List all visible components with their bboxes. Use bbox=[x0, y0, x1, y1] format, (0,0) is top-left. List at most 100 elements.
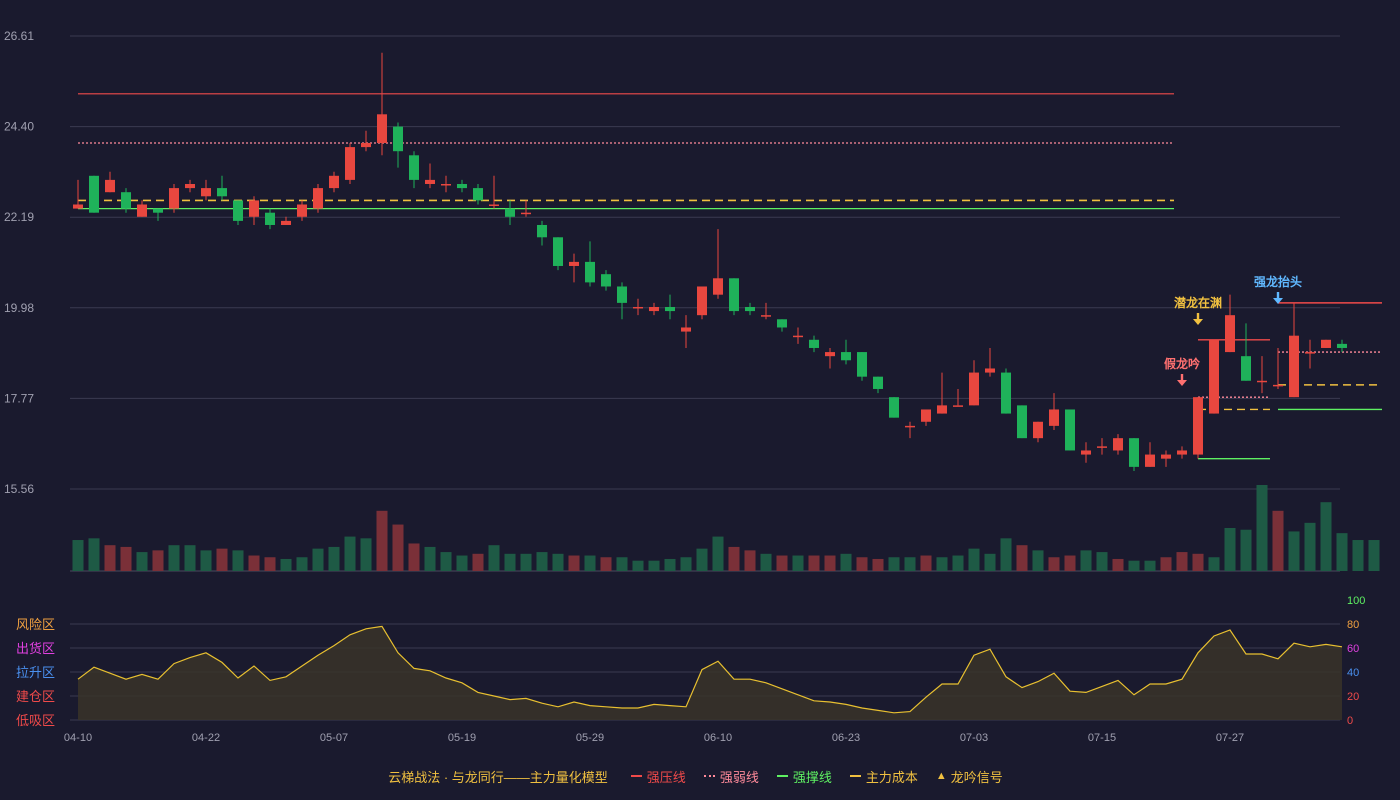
x-tick-label: 04-10 bbox=[64, 732, 92, 744]
indicator-tick-label: 20 bbox=[1347, 691, 1359, 703]
legend-item-signal[interactable]: ▲ 龙吟信号 bbox=[936, 767, 1003, 786]
volume-bar bbox=[936, 557, 948, 571]
legend-item-support-line[interactable]: 强撑线 bbox=[776, 767, 832, 786]
volume-bar bbox=[1032, 550, 1044, 571]
volume-bar bbox=[280, 558, 292, 571]
candle-body bbox=[361, 142, 371, 148]
legend-item-weak-line[interactable]: 强弱线 bbox=[703, 767, 759, 786]
x-tick-label: 07-15 bbox=[1088, 732, 1116, 744]
volume-bar bbox=[1320, 502, 1332, 571]
candle-body bbox=[393, 126, 403, 152]
candle-body bbox=[969, 372, 979, 406]
legend-item-strong-pressure[interactable]: 强压线 bbox=[630, 767, 686, 786]
volume-bar bbox=[88, 538, 100, 571]
candle-body bbox=[1017, 405, 1027, 439]
volume-bar bbox=[664, 558, 676, 571]
volume-bar bbox=[1176, 552, 1188, 571]
volume-bar bbox=[1288, 531, 1300, 571]
volume-bar bbox=[568, 555, 580, 571]
volume-bar bbox=[168, 545, 180, 571]
candle-body bbox=[329, 175, 339, 189]
volume-bar bbox=[1272, 510, 1284, 571]
candle-body bbox=[761, 315, 771, 317]
legend-item-main-cost[interactable]: 主力成本 bbox=[849, 767, 918, 786]
volume-bar bbox=[728, 546, 740, 571]
volume-bar bbox=[552, 553, 564, 571]
volume-bar bbox=[872, 558, 884, 571]
volume-bar bbox=[392, 524, 404, 571]
candle-body bbox=[1161, 454, 1171, 459]
volume-bar bbox=[424, 546, 436, 571]
candle-body bbox=[201, 188, 211, 197]
candle-body bbox=[1081, 450, 1091, 455]
legend-label: 强压线 bbox=[646, 769, 686, 785]
volume-bar bbox=[376, 510, 388, 571]
candle-body bbox=[585, 261, 595, 283]
indicator-tick-label: 60 bbox=[1347, 643, 1359, 655]
volume-bar bbox=[680, 557, 692, 571]
volume-bar bbox=[1240, 529, 1252, 571]
volume-bar bbox=[440, 552, 452, 571]
candle-body bbox=[169, 188, 179, 209]
candle-body bbox=[121, 192, 131, 209]
indicator-zone-label: 低吸区 bbox=[16, 714, 55, 729]
volume-bar bbox=[584, 555, 596, 571]
volume-bar bbox=[600, 557, 612, 571]
candle-body bbox=[809, 339, 819, 348]
volume-bar bbox=[984, 553, 996, 571]
candle-body bbox=[841, 352, 851, 361]
legend-label: 强弱线 bbox=[719, 769, 759, 785]
candles bbox=[73, 52, 1347, 471]
candle-body bbox=[137, 204, 147, 217]
volume-bar bbox=[488, 545, 500, 571]
volume-bar bbox=[888, 557, 900, 571]
volume-bar bbox=[792, 555, 804, 571]
legend-label: 主力成本 bbox=[865, 769, 918, 785]
volume-bar bbox=[744, 550, 756, 571]
price-tick-label: 22.19 bbox=[4, 210, 34, 224]
indicator-zone-label: 风险区 bbox=[16, 618, 55, 633]
volume-bar bbox=[1144, 560, 1156, 571]
volume-bar bbox=[904, 557, 916, 571]
price-tick-label: 17.77 bbox=[4, 391, 34, 405]
candle-body bbox=[1273, 384, 1283, 387]
volume-bar bbox=[824, 555, 836, 571]
volume-bar bbox=[328, 546, 340, 571]
candle-body bbox=[665, 306, 675, 312]
volume-bar bbox=[536, 552, 548, 571]
candle-body bbox=[953, 405, 963, 407]
candle-body bbox=[1145, 454, 1155, 467]
volume-bar bbox=[296, 557, 308, 571]
candle-body bbox=[857, 352, 867, 377]
candle-body bbox=[1001, 372, 1011, 414]
candle-body bbox=[1241, 356, 1251, 381]
volume-bar bbox=[1304, 522, 1316, 571]
indicator-zone-label: 出货区 bbox=[16, 641, 55, 657]
volume-bar bbox=[1160, 557, 1172, 571]
volume-bar bbox=[1064, 555, 1076, 571]
volume-bar bbox=[968, 548, 980, 571]
volume-bar bbox=[504, 553, 516, 571]
volume-bar bbox=[104, 545, 116, 571]
volume-bar bbox=[808, 555, 820, 571]
volume-bar bbox=[712, 536, 724, 571]
volume-bar bbox=[184, 545, 196, 571]
legend-label: 强撑线 bbox=[792, 769, 832, 785]
volume-bar bbox=[120, 546, 132, 571]
candle-body bbox=[681, 327, 691, 332]
volume-bar bbox=[264, 557, 276, 571]
x-tick-label: 07-27 bbox=[1216, 732, 1244, 744]
x-tick-label: 04-22 bbox=[192, 732, 220, 744]
indicator-tick-label: 0 bbox=[1347, 715, 1353, 727]
candle-body bbox=[553, 237, 563, 266]
price-tick-label: 19.98 bbox=[4, 301, 34, 315]
x-tick-label: 05-19 bbox=[448, 732, 476, 744]
volume-bar bbox=[696, 548, 708, 571]
x-tick-label: 05-07 bbox=[320, 732, 348, 744]
candle-body bbox=[1113, 438, 1123, 451]
volume-bar bbox=[472, 553, 484, 571]
candle-body bbox=[1225, 315, 1235, 353]
candle-body bbox=[521, 212, 531, 215]
candle-body bbox=[777, 319, 787, 328]
candle-body bbox=[217, 188, 227, 197]
